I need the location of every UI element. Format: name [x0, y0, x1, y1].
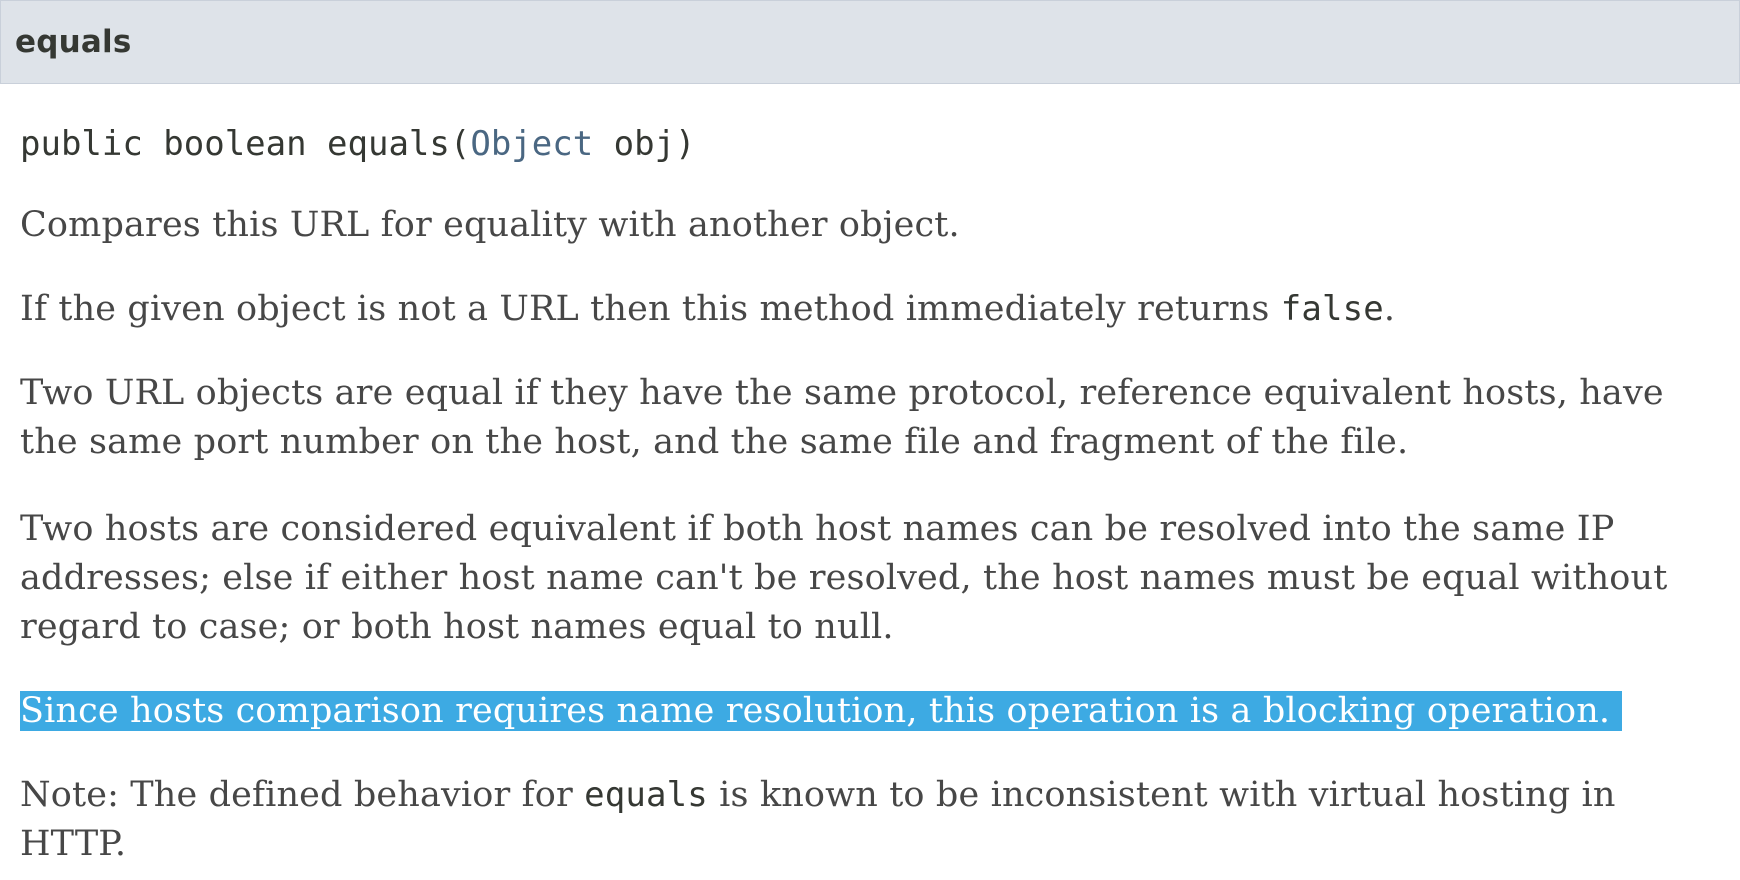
description-paragraph-2: If the given object is not a URL then th…	[20, 285, 1720, 334]
paragraph-2-text: If the given object is not a URL then th…	[20, 289, 1281, 329]
method-description: Compares this URL for equality with anot…	[20, 201, 1720, 869]
equals-code: equals	[584, 775, 708, 815]
paragraph-6-text: Note: The defined behavior for	[20, 775, 585, 815]
description-paragraph-1: Compares this URL for equality with anot…	[20, 205, 960, 245]
signature-prefix: public boolean equals(	[20, 124, 471, 164]
member-header: equals	[0, 0, 1740, 84]
signature-suffix: obj)	[593, 124, 696, 164]
method-content: public boolean equals(Object obj) Compar…	[0, 122, 1740, 869]
description-paragraph-3: Two URL objects are equal if they have t…	[20, 373, 1664, 462]
paragraph-2-period: .	[1383, 289, 1396, 329]
description-paragraph-6: Note: The defined behavior for equals is…	[20, 771, 1720, 869]
selected-text-highlight[interactable]: Since hosts comparison requires name res…	[20, 691, 1623, 731]
description-paragraph-4: Two hosts are considered equivalent if b…	[20, 509, 1668, 647]
description-paragraph-5: Since hosts comparison requires name res…	[20, 687, 1720, 736]
object-type-link[interactable]: Object	[470, 124, 593, 164]
false-code: false	[1280, 289, 1384, 329]
method-signature: public boolean equals(Object obj)	[20, 122, 1720, 166]
method-name-heading: equals	[15, 24, 132, 60]
method-detail-page: equals public boolean equals(Object obj)…	[0, 0, 1740, 880]
